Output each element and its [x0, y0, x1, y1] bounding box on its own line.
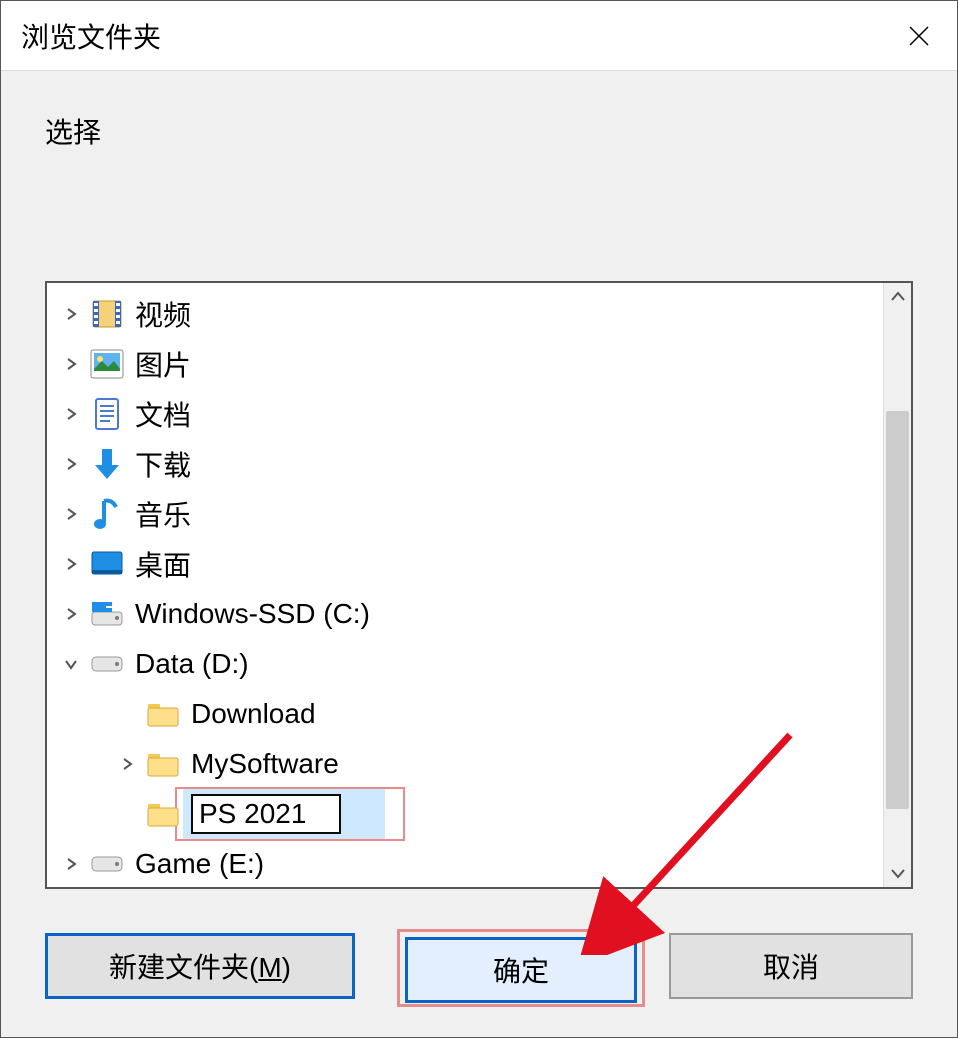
tree-item-label: Windows-SSD (C:) [135, 598, 370, 630]
ok-label: 确定 [493, 956, 549, 987]
new-folder-mnemonic: M [258, 952, 281, 983]
cancel-button[interactable]: 取消 [669, 933, 913, 999]
tree-item-documents[interactable]: 文档 [47, 389, 883, 439]
tree-item-label: 图片 [135, 344, 191, 384]
tree-item-d-download[interactable]: Download [47, 689, 883, 739]
chevron-right-icon[interactable] [55, 548, 87, 580]
music-icon [89, 496, 125, 532]
tree-item-label: Game (E:) [135, 848, 264, 880]
tree-item-label: 桌面 [135, 544, 191, 584]
scrollbar-vertical[interactable] [883, 283, 911, 887]
tree-item-label: Download [191, 698, 316, 730]
new-folder-label-suffix: ) [282, 952, 291, 983]
chevron-right-icon[interactable] [55, 298, 87, 330]
title-bar: 浏览文件夹 [1, 1, 957, 71]
tree-item-drive-e[interactable]: Game (E:) [47, 839, 883, 887]
dialog-buttons: 新建文件夹(M) 确定 取消 [45, 933, 913, 1003]
chevron-up-icon [890, 289, 906, 305]
tree-item-pictures[interactable]: 图片 [47, 339, 883, 389]
cancel-label: 取消 [763, 952, 819, 983]
tree-item-label: 音乐 [135, 494, 191, 534]
video-icon [89, 296, 125, 332]
chevron-right-icon[interactable] [55, 498, 87, 530]
tree-item-videos[interactable]: 视频 [47, 289, 883, 339]
tree-item-drive-c[interactable]: Windows-SSD (C:) [47, 589, 883, 639]
new-folder-label-prefix: 新建文件夹( [109, 952, 258, 983]
chevron-down-icon[interactable] [55, 648, 87, 680]
drive-c-icon [89, 596, 125, 632]
doc-icon [89, 396, 125, 432]
tree-item-d-mysoft[interactable]: MySoftware [47, 739, 883, 789]
tree-item-label: 文档 [135, 394, 191, 434]
folder-icon [145, 696, 181, 732]
scroll-thumb[interactable] [886, 411, 909, 809]
instruction-area: 选择 [1, 71, 957, 151]
instruction-text: 选择 [45, 111, 957, 151]
chevron-right-icon[interactable] [55, 448, 87, 480]
chevron-right-icon[interactable] [55, 348, 87, 380]
tree-item-label: 下载 [135, 444, 191, 484]
download-icon [89, 446, 125, 482]
picture-icon [89, 346, 125, 382]
window-title: 浏览文件夹 [21, 16, 161, 56]
folder-tree[interactable]: 视频图片文档下载音乐桌面 Windows-SSD (C:) Data (D:) Dow… [45, 281, 913, 889]
tree-item-label: 视频 [135, 294, 191, 334]
close-icon [907, 24, 931, 48]
new-folder-button[interactable]: 新建文件夹(M) [45, 933, 355, 999]
desktop-icon [89, 546, 125, 582]
drive-icon [89, 846, 125, 882]
scroll-track[interactable] [884, 311, 911, 859]
ok-button-wrap: 确定 [401, 933, 641, 1003]
close-button[interactable] [899, 16, 939, 56]
tree-item-drive-d[interactable]: Data (D:) [47, 639, 883, 689]
chevron-right-icon[interactable] [55, 598, 87, 630]
ok-button[interactable]: 确定 [405, 937, 637, 1003]
browse-folder-dialog: 浏览文件夹 选择 视频图片文档下载音乐桌面 Windows-SSD (C:) Dat… [0, 0, 958, 1038]
tree-item-downloads[interactable]: 下载 [47, 439, 883, 489]
chevron-right-icon[interactable] [111, 748, 143, 780]
tree-item-d-ps2021[interactable] [47, 789, 883, 839]
folder-icon [145, 746, 181, 782]
scroll-up-button[interactable] [884, 283, 911, 311]
chevron-right-icon[interactable] [55, 848, 87, 880]
chevron-down-icon [890, 865, 906, 881]
folder-icon [145, 796, 181, 832]
tree-item-label: MySoftware [191, 748, 339, 780]
tree-item-desktop[interactable]: 桌面 [47, 539, 883, 589]
folder-name-input[interactable] [191, 794, 341, 834]
tree-item-music[interactable]: 音乐 [47, 489, 883, 539]
tree-item-label: Data (D:) [135, 648, 249, 680]
scroll-down-button[interactable] [884, 859, 911, 887]
drive-icon [89, 646, 125, 682]
chevron-right-icon[interactable] [55, 398, 87, 430]
